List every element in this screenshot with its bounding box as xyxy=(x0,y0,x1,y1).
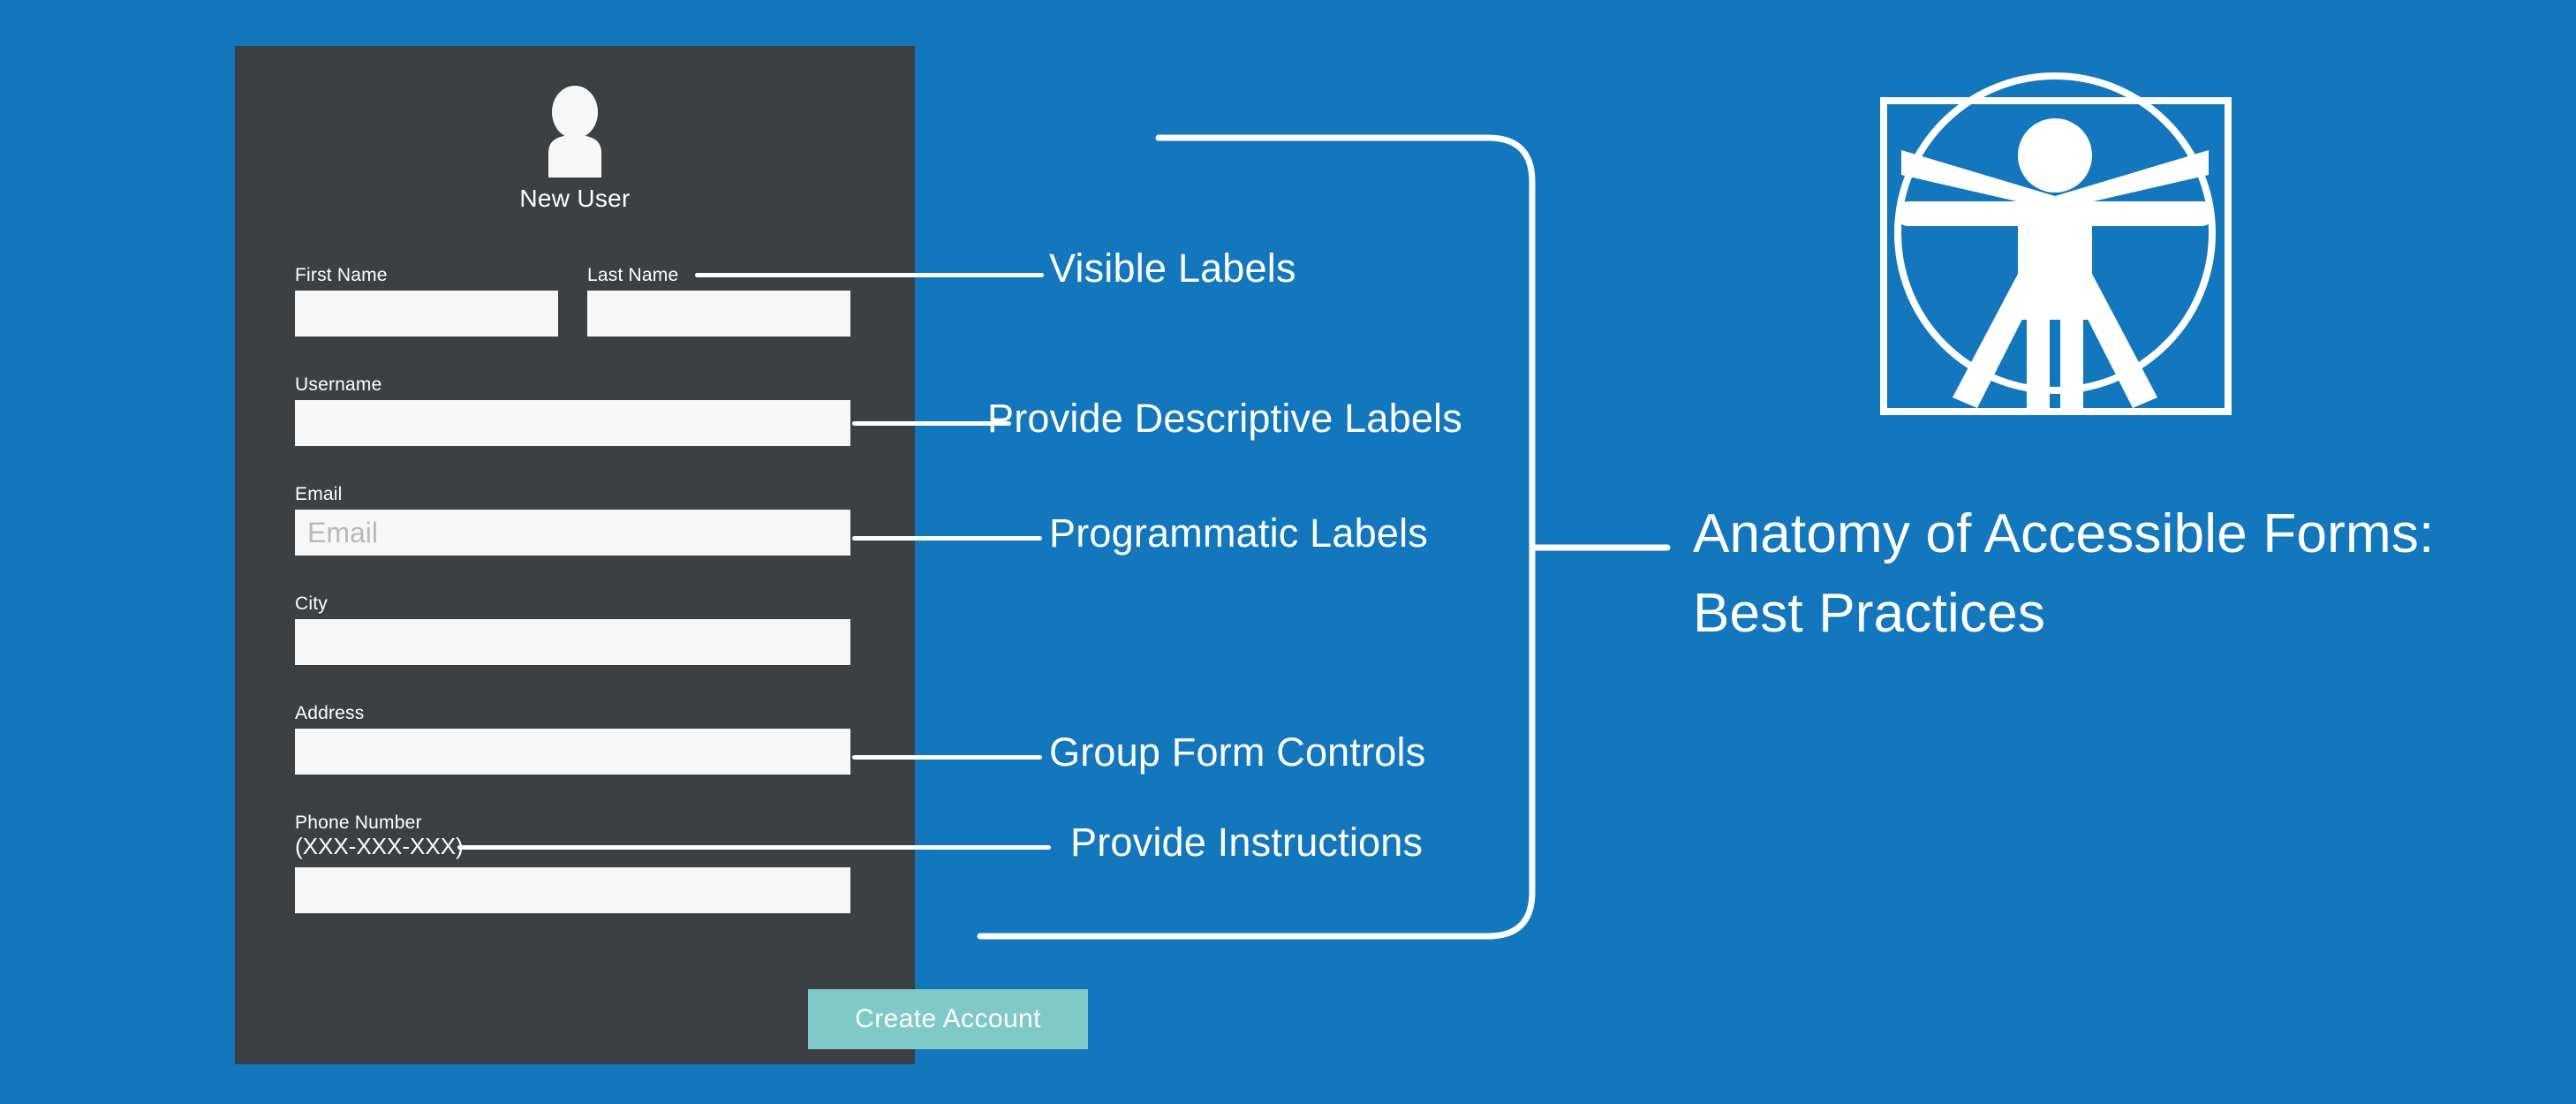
address-label: Address xyxy=(295,703,365,723)
field-city: City xyxy=(295,594,850,665)
phone-number-input[interactable] xyxy=(295,867,850,913)
email-input[interactable]: Email xyxy=(295,510,850,556)
user-avatar-icon xyxy=(548,86,601,178)
avatar-block: New User xyxy=(235,46,915,213)
avatar-caption: New User xyxy=(519,185,631,212)
phone-number-label: Phone Number xyxy=(295,813,422,833)
field-address: Address xyxy=(295,703,850,775)
city-input[interactable] xyxy=(295,619,850,665)
username-label: Username xyxy=(295,374,382,395)
vitruvian-man-accessibility-icon xyxy=(1880,72,2232,415)
field-email: Email Email xyxy=(295,484,850,556)
field-phone-number: Phone Number (XXX-XXX-XXX) xyxy=(295,813,850,913)
grouping-bracket xyxy=(977,134,1671,940)
username-input[interactable] xyxy=(295,400,850,446)
last-name-input[interactable] xyxy=(587,291,850,336)
title-line-1: Anatomy of Accessible Forms: xyxy=(1693,503,2435,564)
field-username: Username xyxy=(295,374,850,446)
page-title: Anatomy of Accessible Forms: Best Practi… xyxy=(1693,495,2541,654)
address-input[interactable] xyxy=(295,729,850,775)
first-name-label: First Name xyxy=(295,265,388,285)
field-first-name: First Name xyxy=(295,265,558,336)
new-user-form-panel: New User First Name Last Name Username E… xyxy=(235,46,1088,1064)
first-name-input[interactable] xyxy=(295,291,558,336)
create-account-button[interactable]: Create Account xyxy=(808,989,1088,1049)
infographic-canvas: New User First Name Last Name Username E… xyxy=(0,0,2576,1104)
city-label: City xyxy=(295,594,328,614)
email-label: Email xyxy=(295,484,343,504)
email-placeholder: Email xyxy=(307,517,379,548)
title-line-2: Best Practices xyxy=(1693,583,2046,644)
